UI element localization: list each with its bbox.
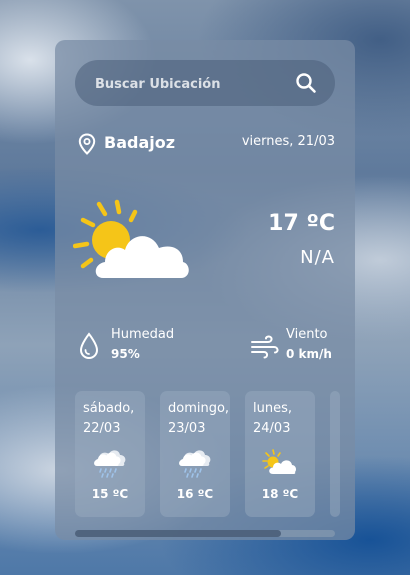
map-pin-icon — [78, 133, 96, 155]
city-name: Badajoz — [104, 133, 176, 152]
forecast-card-partial[interactable] — [330, 391, 340, 517]
current-date: viernes, 21/03 — [241, 134, 335, 149]
weather-card: Badajoz viernes, 21/03 17 ºC N/A Humedad… — [55, 40, 355, 540]
forecast-day: sábado, — [83, 401, 135, 416]
humidity-label: Humedad — [111, 327, 175, 342]
water-drop-icon — [79, 332, 99, 360]
forecast-date: 24/03 — [253, 421, 291, 436]
wind-icon — [251, 335, 279, 359]
forecast-card[interactable]: domingo, 23/03 16 ºC — [160, 391, 230, 517]
forecast-card[interactable]: sábado, 22/03 15 ºC — [75, 391, 145, 517]
forecast-temperature: 15 ºC — [91, 487, 129, 501]
rain-cloud-icon — [94, 450, 126, 478]
forecast-temperature: 16 ºC — [176, 487, 214, 501]
wind-label: Viento — [286, 327, 328, 342]
wind-value: 0 km/h — [286, 347, 332, 361]
weather-description: N/A — [300, 247, 335, 268]
forecast-day: domingo, — [168, 401, 230, 416]
forecast-temperature: 18 ºC — [261, 487, 299, 501]
forecast-date: 22/03 — [83, 421, 121, 436]
partly-cloudy-icon — [73, 199, 189, 278]
humidity-value: 95% — [111, 347, 140, 361]
current-temperature: 17 ºC — [268, 211, 335, 236]
scrollbar-thumb[interactable] — [75, 530, 281, 537]
forecast-day: lunes, — [253, 401, 292, 416]
forecast-list[interactable]: sábado, 22/03 15 ºC domingo, 23/03 16 ºC… — [75, 391, 355, 517]
search-icon[interactable] — [295, 72, 317, 94]
rain-cloud-icon — [179, 450, 211, 478]
partly-cloudy-icon — [262, 449, 296, 474]
forecast-card[interactable]: lunes, 24/03 18 ºC — [245, 391, 315, 517]
search-input[interactable] — [93, 60, 287, 108]
forecast-date: 23/03 — [168, 421, 206, 436]
forecast-scrollbar[interactable] — [75, 530, 335, 537]
